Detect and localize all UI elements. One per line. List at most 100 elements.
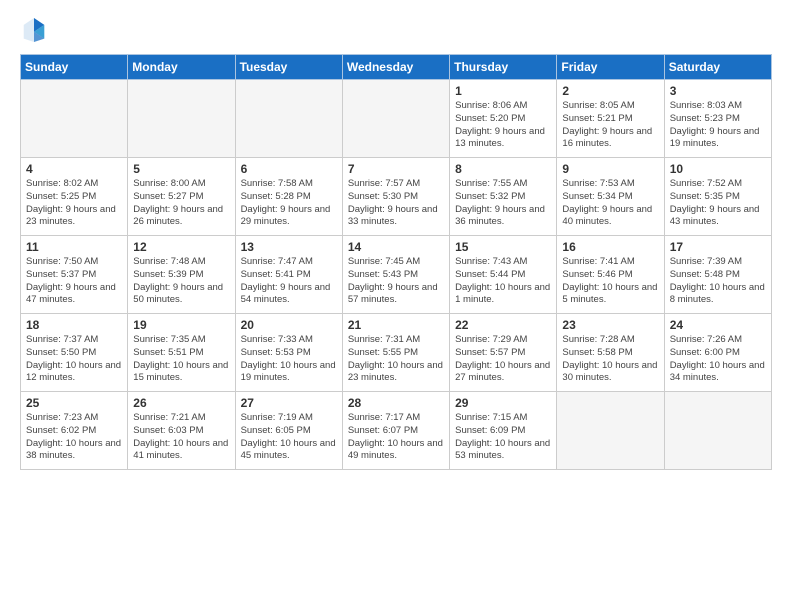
calendar-cell: 24 Sunrise: 7:26 AMSunset: 6:00 PMDayligh…: [664, 314, 771, 392]
day-number: 28: [348, 396, 444, 410]
day-info: Sunrise: 7:33 AMSunset: 5:53 PMDaylight:…: [241, 334, 337, 385]
day-info: Sunrise: 7:43 AMSunset: 5:44 PMDaylight:…: [455, 256, 551, 307]
calendar-cell: 1 Sunrise: 8:06 AMSunset: 5:20 PMDaylight…: [450, 80, 557, 158]
week-row-2: 4 Sunrise: 8:02 AMSunset: 5:25 PMDaylight…: [21, 158, 772, 236]
header: [20, 16, 772, 44]
day-info: Sunrise: 7:45 AMSunset: 5:43 PMDaylight:…: [348, 256, 444, 307]
weekday-header-sunday: Sunday: [21, 55, 128, 80]
calendar-cell: 29 Sunrise: 7:15 AMSunset: 6:09 PMDayligh…: [450, 392, 557, 470]
calendar-cell: 18 Sunrise: 7:37 AMSunset: 5:50 PMDayligh…: [21, 314, 128, 392]
day-number: 7: [348, 162, 444, 176]
day-number: 20: [241, 318, 337, 332]
day-info: Sunrise: 7:31 AMSunset: 5:55 PMDaylight:…: [348, 334, 444, 385]
weekday-header-monday: Monday: [128, 55, 235, 80]
day-info: Sunrise: 7:37 AMSunset: 5:50 PMDaylight:…: [26, 334, 122, 385]
day-number: 3: [670, 84, 766, 98]
calendar-table: SundayMondayTuesdayWednesdayThursdayFrid…: [20, 54, 772, 470]
day-number: 1: [455, 84, 551, 98]
day-info: Sunrise: 7:23 AMSunset: 6:02 PMDaylight:…: [26, 412, 122, 463]
calendar-cell: 8 Sunrise: 7:55 AMSunset: 5:32 PMDaylight…: [450, 158, 557, 236]
weekday-header-row: SundayMondayTuesdayWednesdayThursdayFrid…: [21, 55, 772, 80]
day-number: 27: [241, 396, 337, 410]
day-number: 4: [26, 162, 122, 176]
day-info: Sunrise: 8:06 AMSunset: 5:20 PMDaylight:…: [455, 100, 551, 151]
day-number: 2: [562, 84, 658, 98]
day-number: 11: [26, 240, 122, 254]
day-info: Sunrise: 7:55 AMSunset: 5:32 PMDaylight:…: [455, 178, 551, 229]
day-number: 10: [670, 162, 766, 176]
day-number: 16: [562, 240, 658, 254]
day-info: Sunrise: 7:47 AMSunset: 5:41 PMDaylight:…: [241, 256, 337, 307]
day-number: 15: [455, 240, 551, 254]
calendar-cell: 4 Sunrise: 8:02 AMSunset: 5:25 PMDaylight…: [21, 158, 128, 236]
calendar-cell: 26 Sunrise: 7:21 AMSunset: 6:03 PMDayligh…: [128, 392, 235, 470]
day-info: Sunrise: 8:02 AMSunset: 5:25 PMDaylight:…: [26, 178, 122, 229]
day-number: 21: [348, 318, 444, 332]
calendar-cell: 22 Sunrise: 7:29 AMSunset: 5:57 PMDayligh…: [450, 314, 557, 392]
calendar-cell: [21, 80, 128, 158]
day-number: 12: [133, 240, 229, 254]
calendar-cell: [342, 80, 449, 158]
day-info: Sunrise: 7:15 AMSunset: 6:09 PMDaylight:…: [455, 412, 551, 463]
day-number: 13: [241, 240, 337, 254]
day-number: 9: [562, 162, 658, 176]
day-number: 26: [133, 396, 229, 410]
calendar-cell: 20 Sunrise: 7:33 AMSunset: 5:53 PMDayligh…: [235, 314, 342, 392]
day-info: Sunrise: 7:17 AMSunset: 6:07 PMDaylight:…: [348, 412, 444, 463]
calendar-cell: 7 Sunrise: 7:57 AMSunset: 5:30 PMDaylight…: [342, 158, 449, 236]
calendar-cell: 21 Sunrise: 7:31 AMSunset: 5:55 PMDayligh…: [342, 314, 449, 392]
day-number: 25: [26, 396, 122, 410]
day-number: 18: [26, 318, 122, 332]
week-row-3: 11 Sunrise: 7:50 AMSunset: 5:37 PMDayligh…: [21, 236, 772, 314]
calendar-cell: 10 Sunrise: 7:52 AMSunset: 5:35 PMDayligh…: [664, 158, 771, 236]
day-info: Sunrise: 7:19 AMSunset: 6:05 PMDaylight:…: [241, 412, 337, 463]
logo: [20, 16, 50, 44]
day-info: Sunrise: 8:03 AMSunset: 5:23 PMDaylight:…: [670, 100, 766, 151]
day-info: Sunrise: 7:58 AMSunset: 5:28 PMDaylight:…: [241, 178, 337, 229]
day-info: Sunrise: 7:48 AMSunset: 5:39 PMDaylight:…: [133, 256, 229, 307]
day-info: Sunrise: 7:35 AMSunset: 5:51 PMDaylight:…: [133, 334, 229, 385]
calendar-cell: [557, 392, 664, 470]
day-number: 29: [455, 396, 551, 410]
weekday-header-wednesday: Wednesday: [342, 55, 449, 80]
calendar-cell: 5 Sunrise: 8:00 AMSunset: 5:27 PMDaylight…: [128, 158, 235, 236]
day-info: Sunrise: 7:57 AMSunset: 5:30 PMDaylight:…: [348, 178, 444, 229]
day-number: 6: [241, 162, 337, 176]
day-info: Sunrise: 7:52 AMSunset: 5:35 PMDaylight:…: [670, 178, 766, 229]
calendar-cell: 15 Sunrise: 7:43 AMSunset: 5:44 PMDayligh…: [450, 236, 557, 314]
day-number: 8: [455, 162, 551, 176]
day-info: Sunrise: 7:26 AMSunset: 6:00 PMDaylight:…: [670, 334, 766, 385]
day-info: Sunrise: 7:21 AMSunset: 6:03 PMDaylight:…: [133, 412, 229, 463]
calendar-cell: 13 Sunrise: 7:47 AMSunset: 5:41 PMDayligh…: [235, 236, 342, 314]
day-number: 14: [348, 240, 444, 254]
calendar-cell: [128, 80, 235, 158]
week-row-1: 1 Sunrise: 8:06 AMSunset: 5:20 PMDaylight…: [21, 80, 772, 158]
calendar-cell: 11 Sunrise: 7:50 AMSunset: 5:37 PMDayligh…: [21, 236, 128, 314]
day-number: 5: [133, 162, 229, 176]
calendar-cell: 25 Sunrise: 7:23 AMSunset: 6:02 PMDayligh…: [21, 392, 128, 470]
day-info: Sunrise: 8:00 AMSunset: 5:27 PMDaylight:…: [133, 178, 229, 229]
day-number: 17: [670, 240, 766, 254]
week-row-4: 18 Sunrise: 7:37 AMSunset: 5:50 PMDayligh…: [21, 314, 772, 392]
calendar-cell: [235, 80, 342, 158]
day-info: Sunrise: 7:29 AMSunset: 5:57 PMDaylight:…: [455, 334, 551, 385]
day-number: 22: [455, 318, 551, 332]
calendar-cell: 19 Sunrise: 7:35 AMSunset: 5:51 PMDayligh…: [128, 314, 235, 392]
calendar-cell: 14 Sunrise: 7:45 AMSunset: 5:43 PMDayligh…: [342, 236, 449, 314]
calendar-cell: 27 Sunrise: 7:19 AMSunset: 6:05 PMDayligh…: [235, 392, 342, 470]
calendar-page: SundayMondayTuesdayWednesdayThursdayFrid…: [0, 0, 792, 612]
calendar-cell: [664, 392, 771, 470]
day-info: Sunrise: 7:28 AMSunset: 5:58 PMDaylight:…: [562, 334, 658, 385]
day-number: 19: [133, 318, 229, 332]
day-number: 24: [670, 318, 766, 332]
calendar-cell: 3 Sunrise: 8:03 AMSunset: 5:23 PMDaylight…: [664, 80, 771, 158]
day-info: Sunrise: 7:39 AMSunset: 5:48 PMDaylight:…: [670, 256, 766, 307]
weekday-header-thursday: Thursday: [450, 55, 557, 80]
calendar-cell: 17 Sunrise: 7:39 AMSunset: 5:48 PMDayligh…: [664, 236, 771, 314]
day-info: Sunrise: 7:50 AMSunset: 5:37 PMDaylight:…: [26, 256, 122, 307]
week-row-5: 25 Sunrise: 7:23 AMSunset: 6:02 PMDayligh…: [21, 392, 772, 470]
calendar-cell: 28 Sunrise: 7:17 AMSunset: 6:07 PMDayligh…: [342, 392, 449, 470]
weekday-header-saturday: Saturday: [664, 55, 771, 80]
calendar-cell: 12 Sunrise: 7:48 AMSunset: 5:39 PMDayligh…: [128, 236, 235, 314]
day-number: 23: [562, 318, 658, 332]
